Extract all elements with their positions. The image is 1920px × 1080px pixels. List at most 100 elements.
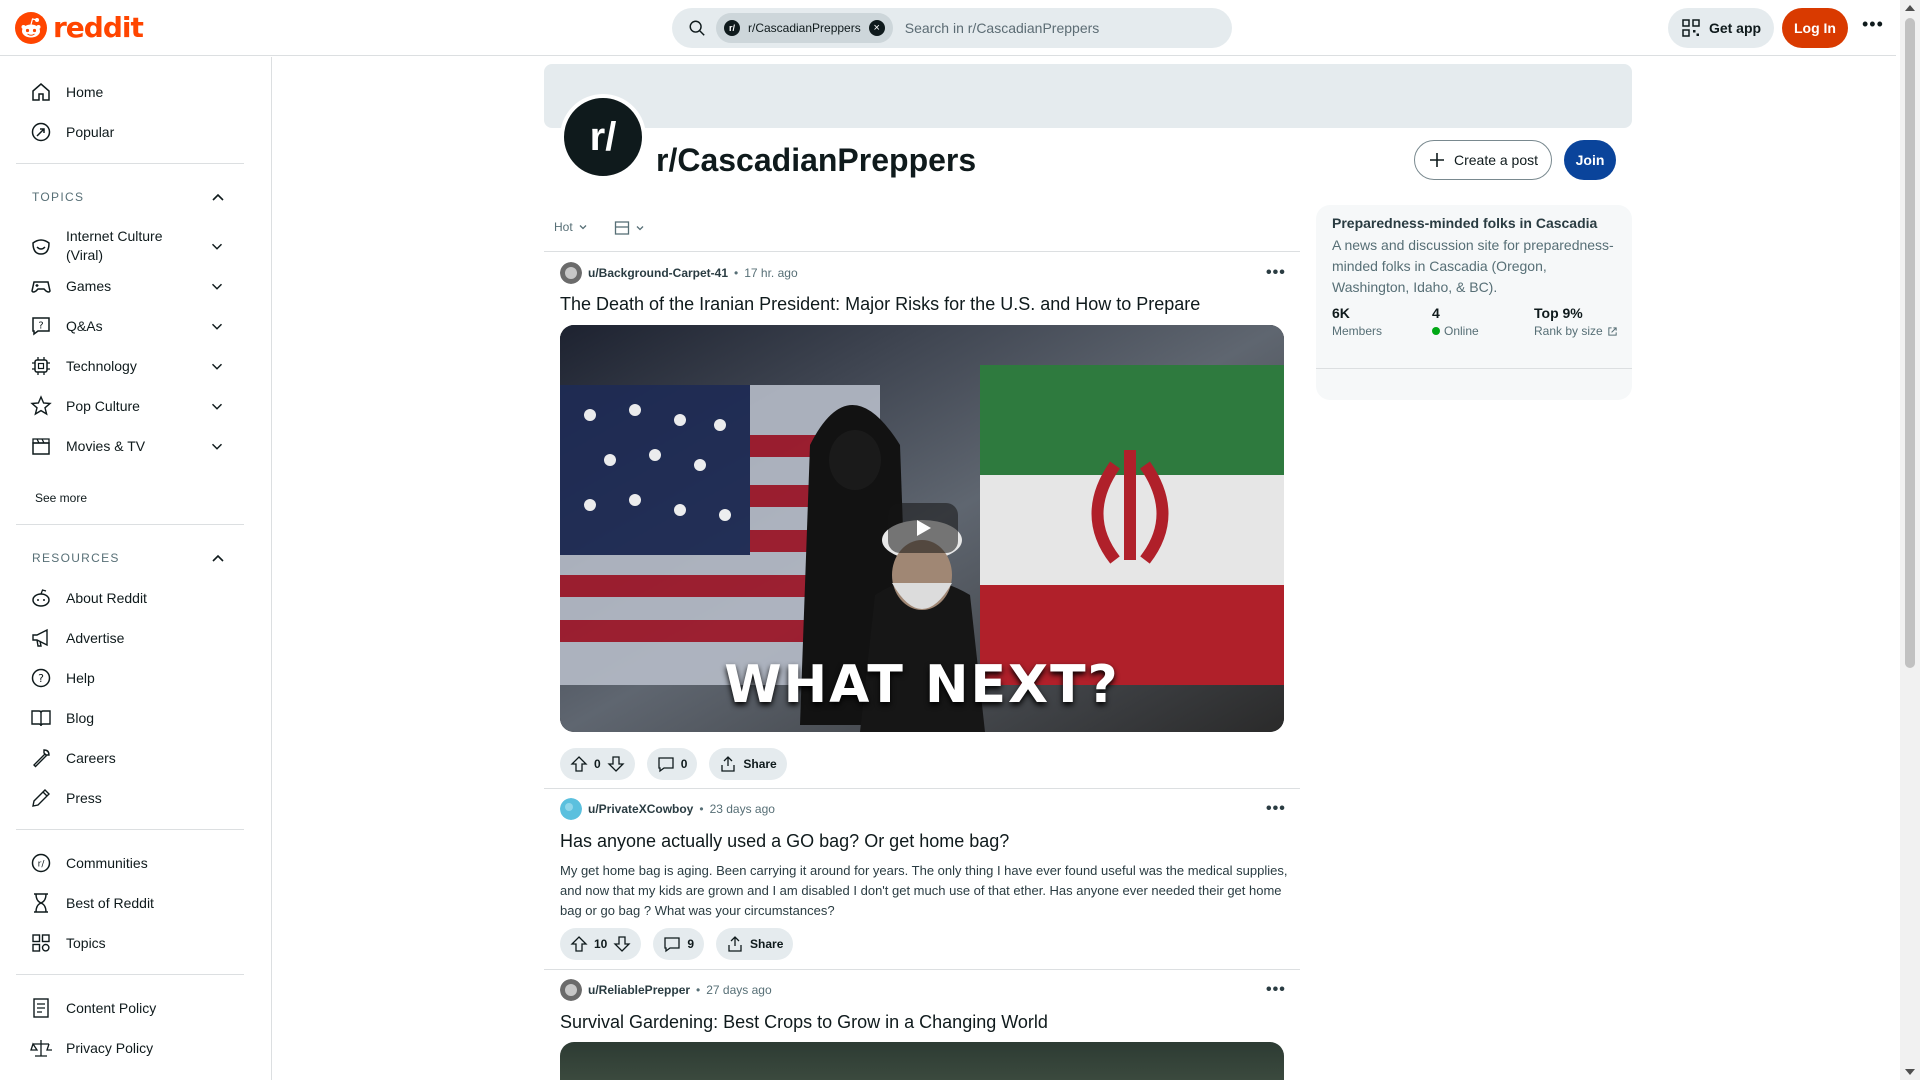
- chevron-down-icon[interactable]: [208, 437, 226, 455]
- sidebar-item-pop-culture[interactable]: Pop Culture: [30, 395, 140, 417]
- top-bar: reddit r/ r/CascadianPreppers × Get app …: [0, 0, 1896, 56]
- scroll-up-arrow-icon[interactable]: [1905, 5, 1915, 11]
- sidebar-item-technology[interactable]: Technology: [30, 355, 137, 377]
- page-scrollbar[interactable]: [1900, 0, 1920, 1080]
- vote-control: 10: [560, 928, 642, 960]
- post-overflow-icon[interactable]: •••: [1266, 264, 1286, 282]
- rank-value: Top 9%: [1534, 305, 1583, 321]
- join-button[interactable]: Join: [1564, 140, 1616, 180]
- downvote-icon[interactable]: [607, 755, 625, 773]
- downvote-icon[interactable]: [613, 935, 631, 953]
- see-more-link[interactable]: See more: [35, 491, 87, 505]
- search-bar[interactable]: r/ r/CascadianPreppers ×: [672, 8, 1232, 48]
- sidebar-item-label: About Reddit: [66, 590, 147, 606]
- about-description: A news and discussion site for preparedn…: [1332, 237, 1614, 295]
- create-post-button[interactable]: Create a post: [1414, 140, 1552, 180]
- sidebar-item-home[interactable]: Home: [30, 81, 103, 103]
- smile-icon: [32, 239, 50, 255]
- sidebar-item-label: Blog: [66, 710, 95, 726]
- post-title[interactable]: Has anyone actually used a GO bag? Or ge…: [560, 831, 1290, 852]
- sidebar-item-games[interactable]: Games: [30, 275, 111, 297]
- sidebar-item-movies-tv[interactable]: Movies & TV: [30, 435, 145, 457]
- sidebar-item-best-of-reddit[interactable]: Best of Reddit: [30, 892, 154, 914]
- user-avatar[interactable]: [560, 979, 582, 1001]
- topics-heading: TOPICS: [32, 190, 85, 204]
- post-author[interactable]: u/ReliablePrepper: [588, 983, 690, 997]
- search-icon: [689, 20, 705, 36]
- members-count: 6K: [1332, 305, 1350, 321]
- post-video-thumbnail[interactable]: WHAT NEXT?: [560, 325, 1284, 732]
- sidebar-item-popular[interactable]: Popular: [30, 121, 114, 143]
- sidebar-item-careers[interactable]: Careers: [30, 747, 116, 769]
- chevron-down-icon: [579, 225, 587, 230]
- comment-count: 0: [680, 757, 688, 771]
- sidebar-item-about-reddit[interactable]: About Reddit: [30, 587, 147, 609]
- sidebar-item-internet-culture[interactable]: Internet Culture (Viral): [30, 227, 186, 265]
- policy-icon: [33, 998, 49, 1018]
- scrollbar-thumb[interactable]: [1905, 18, 1915, 668]
- share-icon: [728, 936, 742, 952]
- chevron-down-icon[interactable]: [208, 277, 226, 295]
- search-input[interactable]: [904, 20, 1205, 36]
- share-label: Share: [743, 757, 777, 771]
- post-author[interactable]: u/Background-Carpet-41: [588, 266, 728, 280]
- post-author[interactable]: u/PrivateXCowboy: [588, 802, 693, 816]
- get-app-button[interactable]: Get app: [1668, 8, 1774, 48]
- sidebar-item-label: Topics: [66, 935, 106, 951]
- upvote-icon[interactable]: [570, 935, 588, 953]
- post-title[interactable]: The Death of the Iranian President: Majo…: [560, 294, 1290, 315]
- comments-button[interactable]: 0: [646, 748, 698, 780]
- sort-dropdown[interactable]: Hot: [554, 220, 589, 234]
- sidebar-item-help[interactable]: ? Help: [30, 667, 95, 689]
- chevron-up-icon[interactable]: [208, 548, 228, 568]
- share-button[interactable]: Share: [709, 748, 787, 780]
- online-dot-icon: [1432, 327, 1440, 335]
- sidebar-item-content-policy[interactable]: Content Policy: [30, 997, 156, 1019]
- more-options-icon[interactable]: •••: [1862, 14, 1884, 35]
- comments-button[interactable]: 9: [653, 928, 705, 960]
- login-button[interactable]: Log In: [1782, 8, 1848, 48]
- vote-count: 0: [594, 757, 601, 771]
- sidebar-item-label: Communities: [66, 855, 148, 871]
- share-button[interactable]: Share: [716, 928, 794, 960]
- sidebar-item-communities[interactable]: r/ Communities: [30, 852, 148, 874]
- svg-text:?: ?: [38, 672, 44, 685]
- upvote-icon[interactable]: [570, 755, 588, 773]
- sidebar-item-qas[interactable]: ? Q&As: [30, 315, 103, 337]
- chevron-up-icon[interactable]: [208, 187, 228, 207]
- chevron-down-icon[interactable]: [208, 317, 226, 335]
- reddit-logo[interactable]: reddit: [15, 12, 144, 44]
- members-label: Members: [1332, 324, 1383, 338]
- comment-count: 9: [687, 937, 695, 951]
- close-icon[interactable]: ×: [868, 20, 885, 36]
- post-time-separator: •: [696, 983, 701, 997]
- sidebar-item-press[interactable]: Press: [30, 787, 102, 809]
- sort-label: Hot: [554, 220, 573, 234]
- post-time: 23 days ago: [709, 802, 775, 816]
- post-image-thumbnail[interactable]: [560, 1042, 1284, 1080]
- view-mode-dropdown[interactable]: [614, 220, 646, 236]
- user-avatar[interactable]: [560, 262, 582, 284]
- user-avatar[interactable]: [560, 798, 582, 820]
- wrench-icon: [33, 749, 50, 768]
- rank-label[interactable]: Rank by size: [1534, 324, 1618, 338]
- chevron-down-icon[interactable]: [208, 397, 226, 415]
- post-overflow-icon[interactable]: •••: [1266, 800, 1286, 818]
- sidebar-item-topics[interactable]: Topics: [30, 932, 106, 954]
- sidebar-item-blog[interactable]: Blog: [30, 707, 94, 729]
- post-time: 27 days ago: [706, 983, 772, 997]
- communities-icon: r/: [31, 853, 51, 873]
- plus-icon: [1429, 153, 1444, 167]
- subreddit-chip-avatar: r/: [724, 20, 740, 36]
- scroll-down-arrow-icon[interactable]: [1905, 1069, 1915, 1075]
- post-overflow-icon[interactable]: •••: [1266, 981, 1286, 999]
- sidebar-divider: [16, 524, 244, 525]
- chip-icon: [32, 357, 50, 375]
- play-button[interactable]: [888, 503, 958, 553]
- online-count: 4: [1432, 305, 1440, 321]
- chevron-down-icon[interactable]: [208, 357, 226, 375]
- sidebar-item-advertise[interactable]: Advertise: [30, 627, 124, 649]
- chevron-down-icon[interactable]: [208, 237, 226, 255]
- post-title[interactable]: Survival Gardening: Best Crops to Grow i…: [560, 1012, 1290, 1033]
- sidebar-item-privacy-policy[interactable]: Privacy Policy: [30, 1037, 153, 1059]
